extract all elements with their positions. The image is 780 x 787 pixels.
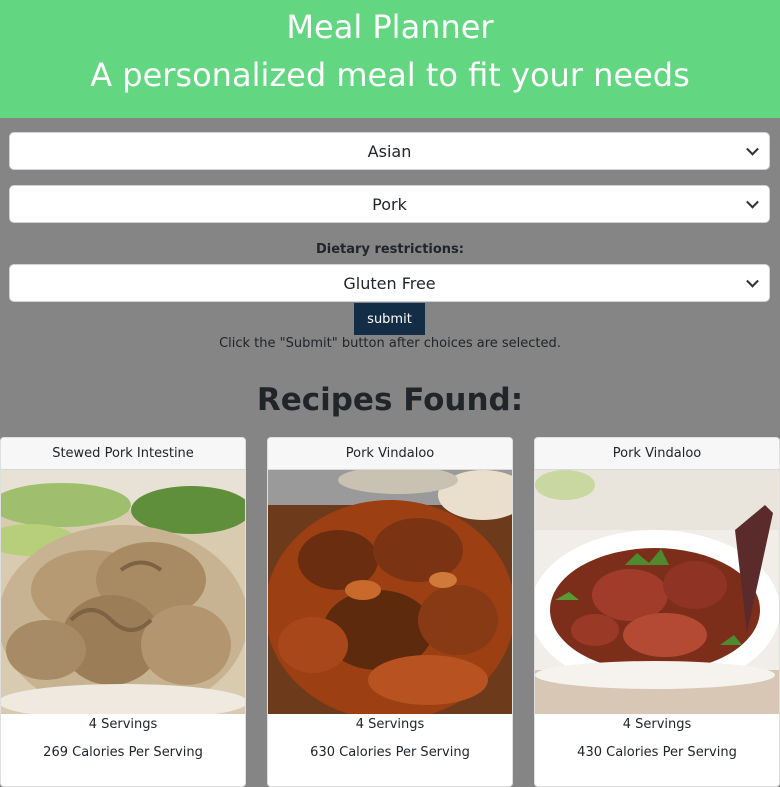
dietary-select-value: Gluten Free bbox=[343, 273, 436, 293]
recipe-calories: 269 Calories Per Serving bbox=[43, 745, 203, 760]
submit-hint: Click the "Submit" button after choices … bbox=[219, 336, 561, 351]
chevron-down-icon bbox=[746, 142, 759, 156]
chevron-down-icon bbox=[746, 195, 759, 209]
page-header: Meal Planner A personalized meal to fit … bbox=[0, 0, 780, 118]
protein-select[interactable]: Pork bbox=[9, 185, 770, 223]
cuisine-select[interactable]: Asian bbox=[9, 132, 770, 170]
cuisine-select-value: Asian bbox=[367, 141, 412, 161]
dietary-restrictions-label: Dietary restrictions: bbox=[315, 242, 464, 257]
page-title: Meal Planner bbox=[286, 8, 494, 46]
recipe-card[interactable]: Stewed Pork Intestine 4 Servings 269 Cal… bbox=[0, 437, 246, 787]
submit-button[interactable]: submit bbox=[354, 303, 425, 335]
recipe-title: Pork Vindaloo bbox=[268, 438, 512, 470]
recipe-calories: 630 Calories Per Serving bbox=[310, 745, 470, 760]
dietary-select[interactable]: Gluten Free bbox=[9, 264, 770, 302]
recipe-image bbox=[535, 470, 779, 714]
recipe-title: Pork Vindaloo bbox=[535, 438, 779, 470]
recipe-servings: 4 Servings bbox=[622, 717, 692, 732]
recipe-title: Stewed Pork Intestine bbox=[1, 438, 245, 470]
page-subtitle: A personalized meal to fit your needs bbox=[90, 56, 690, 94]
recipe-image bbox=[1, 470, 245, 714]
recipes-heading: Recipes Found: bbox=[256, 382, 524, 418]
chevron-down-icon bbox=[746, 274, 759, 288]
protein-select-value: Pork bbox=[372, 194, 407, 214]
recipe-servings: 4 Servings bbox=[88, 717, 158, 732]
recipe-card[interactable]: Pork Vindaloo 4 Servings 630 Calories Pe… bbox=[267, 437, 513, 787]
recipe-servings: 4 Servings bbox=[355, 717, 425, 732]
recipe-calories: 430 Calories Per Serving bbox=[577, 745, 737, 760]
recipe-card[interactable]: Pork Vindaloo 4 Servings 430 Calories Pe… bbox=[534, 437, 780, 787]
recipe-image bbox=[268, 470, 512, 714]
